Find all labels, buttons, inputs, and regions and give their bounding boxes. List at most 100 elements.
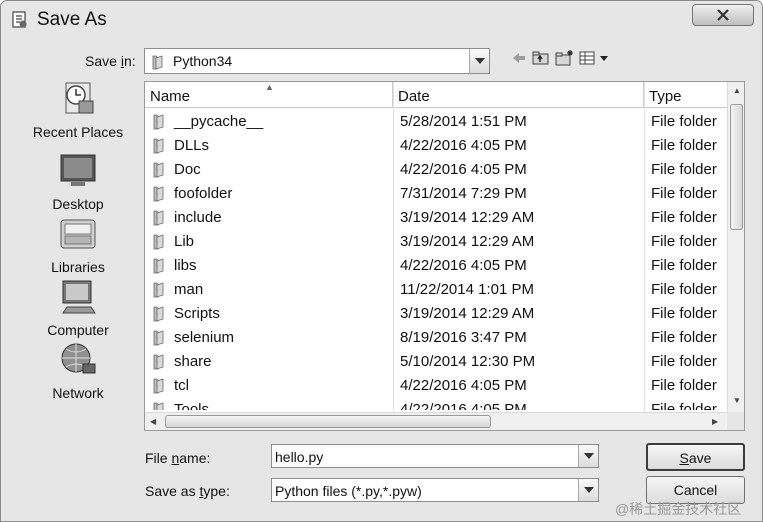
save-as-type-dropdown[interactable]: Python files (*.py,*.pyw): [271, 478, 599, 502]
file-name-input[interactable]: hello.py: [271, 444, 599, 468]
scrollbar-corner: [727, 412, 744, 430]
save-in-value: Python34: [173, 53, 233, 69]
watermark: @稀土掘金技术社区: [615, 501, 742, 517]
table-row[interactable]: tcl 4/22/2016 4:05 PM File folder: [145, 374, 727, 398]
table-row[interactable]: __pycache__ 5/28/2014 1:51 PM File folder: [145, 110, 727, 134]
place-label: Network: [52, 385, 104, 401]
file-date-cell: 4/22/2016 4:05 PM: [400, 257, 527, 274]
table-row[interactable]: selenium 8/19/2016 3:47 PM File folder: [145, 326, 727, 350]
file-name-cell: DLLs: [174, 137, 210, 154]
window-title: Save As: [37, 9, 107, 30]
table-row[interactable]: libs 4/22/2016 4:05 PM File folder: [145, 254, 727, 278]
place-label: Libraries: [51, 259, 105, 275]
network-icon: [61, 343, 96, 374]
folder-icon: [153, 210, 164, 226]
scroll-left-icon[interactable]: ◀: [150, 417, 156, 426]
place-libraries[interactable]: Libraries: [23, 214, 133, 275]
place-desktop[interactable]: Desktop: [23, 151, 133, 212]
table-row[interactable]: foofolder 7/31/2014 7:29 PM File folder: [145, 182, 727, 206]
new-folder-icon[interactable]: [555, 49, 575, 67]
place-network[interactable]: Network: [23, 340, 133, 401]
file-type-cell: File folder: [651, 113, 717, 130]
file-type-cell: File folder: [651, 233, 717, 250]
file-name-dropdown-arrow[interactable]: [578, 445, 598, 467]
file-date-cell: 3/19/2014 12:29 AM: [400, 305, 535, 322]
save-in-label: Save in:: [85, 53, 136, 69]
column-header-date[interactable]: Date: [393, 82, 644, 108]
file-name-cell: tcl: [174, 377, 189, 394]
file-name-cell: selenium: [174, 329, 235, 346]
file-type-cell: File folder: [651, 257, 717, 274]
place-label: Recent Places: [32, 124, 124, 140]
close-icon: [717, 9, 729, 21]
file-date-cell: 7/31/2014 7:29 PM: [400, 185, 527, 202]
file-list[interactable]: Name ▲ Date Type __pycache__ 5/28/2014 1:…: [144, 81, 745, 431]
file-name-cell: Lib: [174, 233, 195, 250]
place-recent-places[interactable]: Recent Places: [23, 79, 133, 140]
file-type-cell: File folder: [651, 401, 717, 410]
back-arrow-icon[interactable]: [511, 49, 527, 67]
vertical-scrollbar[interactable]: ▲ ▼: [727, 82, 744, 412]
file-date-cell: 4/22/2016 4:05 PM: [400, 161, 527, 178]
table-row[interactable]: Doc 4/22/2016 4:05 PM File folder: [145, 158, 727, 182]
up-folder-icon[interactable]: [532, 49, 550, 67]
save-as-dialog: Save As Save in: Python34 Recent Places …: [0, 0, 763, 522]
folder-icon: [153, 378, 164, 394]
folder-icon: [153, 306, 164, 322]
file-date-cell: 3/19/2014 12:29 AM: [400, 233, 535, 250]
chevron-down-icon: [583, 453, 594, 459]
column-type-label: Type: [649, 88, 682, 105]
file-type-cell: File folder: [651, 161, 717, 178]
vertical-scroll-thumb[interactable]: [730, 104, 743, 230]
folder-icon: [152, 55, 163, 70]
file-date-cell: 11/22/2014 1:01 PM: [400, 281, 534, 298]
save-in-dropdown-arrow[interactable]: [469, 49, 489, 73]
place-computer[interactable]: Computer: [23, 277, 133, 338]
file-type-cell: File folder: [651, 281, 717, 298]
sort-ascending-icon: ▲: [265, 82, 274, 92]
table-row[interactable]: DLLs 4/22/2016 4:05 PM File folder: [145, 134, 727, 158]
file-name-cell: foofolder: [174, 185, 233, 202]
save-as-type-value: Python files (*.py,*.pyw): [275, 483, 422, 499]
horizontal-scrollbar[interactable]: ◀ ▶: [145, 412, 727, 430]
libraries-icon: [60, 219, 96, 249]
file-type-cell: File folder: [651, 377, 717, 394]
file-name-cell: include: [174, 209, 222, 226]
folder-icon: [153, 186, 164, 202]
scroll-right-icon[interactable]: ▶: [712, 417, 718, 426]
save-as-type-label: Save as type:: [145, 483, 230, 499]
folder-icon: [153, 162, 164, 178]
table-row[interactable]: include 3/19/2014 12:29 AM File folder: [145, 206, 727, 230]
file-date-cell: 5/10/2014 12:30 PM: [400, 353, 536, 370]
horizontal-scroll-thumb[interactable]: [165, 415, 491, 428]
save-as-type-dropdown-arrow[interactable]: [578, 479, 598, 501]
file-date-cell: 4/22/2016 4:05 PM: [400, 377, 527, 394]
table-row[interactable]: Scripts 3/19/2014 12:29 AM File folder: [145, 302, 727, 326]
save-in-dropdown[interactable]: Python34: [144, 48, 490, 74]
scroll-up-icon[interactable]: ▲: [733, 86, 741, 95]
file-name-cell: Doc: [174, 161, 201, 178]
python-app-icon: [12, 11, 27, 28]
table-row[interactable]: share 5/10/2014 12:30 PM File folder: [145, 350, 727, 374]
close-button[interactable]: [692, 4, 754, 26]
scroll-down-icon[interactable]: ▼: [733, 396, 741, 405]
folder-icon: [153, 234, 164, 250]
desktop-icon: [60, 154, 96, 186]
table-row[interactable]: man 11/22/2014 1:01 PM File folder: [145, 278, 727, 302]
column-header-type[interactable]: Type: [644, 82, 727, 108]
table-row[interactable]: Lib 3/19/2014 12:29 AM File folder: [145, 230, 727, 254]
file-name-value: hello.py: [275, 449, 324, 465]
file-name-label: File name:: [145, 450, 211, 466]
file-name-cell: man: [174, 281, 204, 298]
place-label: Computer: [47, 322, 109, 338]
file-type-cell: File folder: [651, 209, 717, 226]
file-name-cell: Tools: [174, 401, 210, 410]
save-button[interactable]: Save: [646, 443, 745, 471]
file-name-cell: __pycache__: [174, 113, 264, 130]
view-menu-icon[interactable]: [579, 49, 613, 67]
column-header-name[interactable]: Name ▲: [145, 82, 393, 108]
file-date-cell: 4/22/2016 4:05 PM: [400, 401, 527, 410]
folder-icon: [153, 282, 164, 298]
folder-icon: [153, 402, 164, 410]
table-row[interactable]: Tools 4/22/2016 4:05 PM File folder: [145, 398, 727, 410]
